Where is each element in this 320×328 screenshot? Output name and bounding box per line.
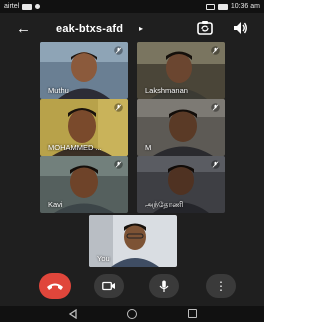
more-vertical-icon: ⋮	[215, 279, 227, 293]
clock: 10:36 am	[230, 3, 260, 10]
meeting-code[interactable]: eak-btxs-afd	[56, 21, 123, 37]
self-view-tile[interactable]: You	[89, 215, 177, 267]
meeting-header: ← eak-btxs-afd ▸	[0, 13, 264, 45]
participant-name: Muthu	[48, 86, 69, 95]
participant-tile[interactable]: Muthu	[40, 42, 128, 99]
bottom-edge	[0, 322, 264, 328]
status-left: airtel	[4, 0, 41, 13]
microphone-icon	[159, 280, 169, 292]
more-options-button[interactable]: ⋮	[206, 274, 236, 298]
status-bar: airtel 10:36 am	[0, 0, 264, 13]
status-right: 10:36 am	[205, 0, 260, 13]
nav-home-icon[interactable]	[127, 309, 137, 319]
participant-tile[interactable]: Lakshmanan	[137, 42, 225, 99]
mic-off-icon	[114, 160, 123, 169]
switch-camera-icon[interactable]	[196, 19, 214, 37]
mic-off-icon	[211, 46, 220, 55]
participant-name: MOHAMMED ...	[48, 143, 102, 152]
participant-name: Lakshmanan	[145, 86, 188, 95]
participant-tile[interactable]: Kavi	[40, 156, 128, 213]
participant-name: அந்தோணி	[145, 200, 184, 209]
hang-up-icon	[47, 283, 63, 290]
call-controls: ⋮	[0, 270, 264, 306]
signal-icon	[22, 3, 33, 10]
battery-icon	[217, 3, 228, 10]
mic-off-icon	[114, 103, 123, 112]
notification-icon	[35, 4, 41, 9]
mic-off-icon	[211, 160, 220, 169]
carrier-label: airtel	[4, 3, 20, 10]
meeting-info-caret-icon[interactable]: ▸	[139, 22, 143, 36]
camera-toggle-button[interactable]	[94, 274, 124, 298]
participant-tile[interactable]: M	[137, 99, 225, 156]
participant-name: Kavi	[48, 200, 63, 209]
nav-recents-icon[interactable]	[188, 309, 197, 318]
participant-name: M	[145, 143, 152, 152]
wifi-icon	[205, 3, 215, 10]
nav-back-icon[interactable]	[68, 309, 78, 319]
participant-tile[interactable]: அந்தோணி	[137, 156, 225, 213]
video-camera-icon	[102, 281, 115, 291]
participant-tile[interactable]: MOHAMMED ...	[40, 99, 128, 156]
mic-off-icon	[211, 103, 220, 112]
mic-off-icon	[114, 46, 123, 55]
back-arrow-icon[interactable]: ←	[16, 19, 31, 39]
speaker-icon[interactable]	[232, 19, 248, 37]
self-name: You	[97, 254, 110, 263]
end-call-button[interactable]	[39, 273, 71, 299]
meet-screen: airtel 10:36 am ← eak-btxs-afd ▸ Muthu L…	[0, 0, 264, 328]
microphone-toggle-button[interactable]	[149, 274, 179, 298]
android-nav-bar	[0, 306, 264, 322]
